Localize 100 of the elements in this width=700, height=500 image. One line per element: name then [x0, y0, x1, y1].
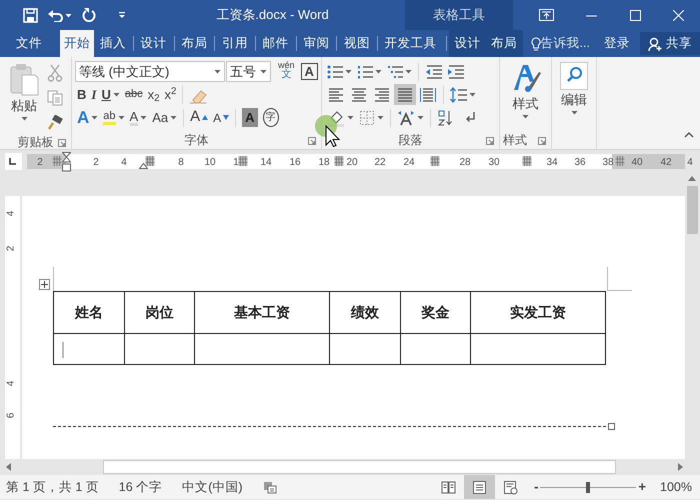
column-marker-icon[interactable]	[334, 156, 344, 166]
table-cell[interactable]	[194, 334, 330, 364]
table-cell[interactable]	[54, 334, 124, 364]
view-print-button[interactable]	[464, 475, 496, 499]
format-button[interactable]: A	[75, 107, 100, 128]
format-button[interactable]: A	[128, 107, 150, 128]
character-border-button[interactable]: A	[300, 63, 318, 80]
hanging-indent-icon[interactable]	[139, 163, 148, 169]
zoom-out-button[interactable]: -	[532, 476, 540, 498]
tell-me-search[interactable]: 告诉我...	[526, 30, 594, 57]
clipboard-icon	[9, 62, 39, 96]
decrease-icon	[223, 115, 230, 120]
ribbon-tab[interactable]: 布局	[487, 30, 522, 57]
ribbon-tab[interactable]: 设计	[136, 30, 171, 57]
increase-icon	[202, 115, 208, 120]
dialog-launcher-icon[interactable]	[538, 137, 546, 145]
column-marker-icon[interactable]	[522, 156, 532, 166]
font-name-dropdown[interactable]: 等线 (中文正文)	[75, 61, 225, 82]
table-move-handle-icon[interactable]	[39, 279, 50, 290]
sign-in-link[interactable]: 登录	[600, 30, 634, 57]
format-button[interactable]: ab	[101, 107, 127, 128]
ribbon-tab[interactable]: 邮件	[258, 30, 293, 57]
ribbon-tab[interactable]: 布局	[177, 30, 212, 57]
ribbon-tab[interactable]: 设计	[450, 30, 485, 57]
styles-button[interactable]: 样式	[508, 60, 542, 131]
align-justify-button[interactable]	[394, 84, 416, 105]
table-cell[interactable]	[124, 334, 195, 364]
read-view-icon	[441, 480, 456, 494]
font-size-dropdown[interactable]: 五号	[226, 61, 271, 82]
word-count[interactable]: 16 个字	[118, 478, 162, 496]
align-distribute-icon	[420, 86, 436, 102]
format-button[interactable]: A	[188, 107, 210, 128]
caret-icon	[405, 69, 412, 74]
caret-icon	[375, 69, 382, 74]
phonetic-guide-button[interactable]: wén 文	[276, 61, 297, 82]
zoom-slider[interactable]	[540, 482, 636, 492]
up-arrow-icon	[688, 176, 696, 181]
zoom-level[interactable]: 100%	[660, 478, 692, 496]
scroll-thumb[interactable]	[103, 460, 616, 474]
paste-button[interactable]: 粘贴	[3, 60, 45, 133]
ruler-number: 16	[289, 156, 301, 170]
table-cell[interactable]	[470, 334, 606, 364]
ruler-number: 38	[602, 156, 614, 170]
format-button[interactable]: I	[89, 84, 98, 105]
chinese-layout-icon	[397, 110, 415, 126]
copy-icon	[47, 90, 63, 106]
format-button[interactable]: 字	[260, 107, 281, 128]
language-indicator[interactable]: 中文(中国)	[182, 478, 243, 496]
zoom-slider-thumb[interactable]	[586, 482, 590, 492]
share-button[interactable]: 共享	[640, 32, 700, 55]
ruler-number: 2	[37, 156, 43, 170]
ruler-number: 36	[574, 156, 586, 170]
scroll-thumb[interactable]	[687, 186, 698, 234]
zoom-in-button[interactable]: +	[636, 476, 648, 498]
undo-icon	[48, 8, 63, 22]
page-count[interactable]: 第 1 页，共 1 页	[6, 478, 99, 496]
ruler-number: 22	[374, 156, 386, 170]
ribbon-tab[interactable]: 开始	[60, 30, 94, 57]
align-right-icon	[374, 86, 390, 102]
format-button[interactable]: abc	[122, 84, 145, 105]
dialog-launcher-icon[interactable]	[58, 139, 66, 147]
format-button[interactable]: A	[240, 107, 260, 128]
dialog-launcher-icon[interactable]	[486, 137, 494, 145]
print-view-icon	[472, 480, 488, 494]
ribbon-tab[interactable]: 审阅	[299, 30, 334, 57]
ruler-number: 34	[546, 156, 558, 170]
editing-button[interactable]: 编辑	[558, 60, 590, 131]
tab-selector[interactable]	[5, 153, 22, 170]
left-tab-icon	[9, 158, 16, 165]
resize-handle-icon[interactable]	[608, 423, 615, 430]
column-marker-icon[interactable]	[146, 156, 154, 166]
caret-icon	[345, 69, 352, 74]
ribbon-tab[interactable]: 引用	[218, 30, 252, 57]
ribbon-tab[interactable]: 开发工具	[380, 30, 441, 57]
ribbon-tab[interactable]: 文件	[12, 30, 46, 57]
caret-icon	[140, 115, 148, 120]
caret-icon	[170, 115, 178, 120]
format-button[interactable]: x$^{2}$	[162, 84, 178, 105]
save-icon	[23, 8, 38, 22]
column-marker-icon[interactable]	[52, 156, 62, 166]
format-button[interactable]: U	[99, 84, 122, 105]
column-marker-icon[interactable]	[238, 156, 248, 166]
format-button[interactable]: x$_{2}$	[146, 84, 162, 105]
dialog-launcher-icon[interactable]	[308, 137, 316, 145]
format-button[interactable]: Aa	[150, 107, 180, 128]
left-arrow-icon	[6, 463, 11, 471]
person-plus-icon	[648, 36, 662, 50]
format-button[interactable]: A	[211, 107, 232, 128]
table-cell[interactable]	[329, 334, 400, 364]
ruler-number: 4	[4, 210, 18, 216]
ribbon-tab[interactable]: 视图	[340, 30, 374, 57]
macro-recording-icon[interactable]	[262, 480, 277, 494]
column-marker-icon[interactable]	[430, 156, 440, 166]
column-marker-icon[interactable]	[616, 156, 624, 166]
ruler-number: 1	[233, 156, 239, 170]
table-cell[interactable]	[400, 334, 471, 364]
ribbon-tab[interactable]: 插入	[96, 30, 130, 57]
format-button[interactable]: B	[75, 84, 88, 105]
caret-icon	[214, 69, 221, 74]
ruler-number: 4	[687, 156, 693, 170]
